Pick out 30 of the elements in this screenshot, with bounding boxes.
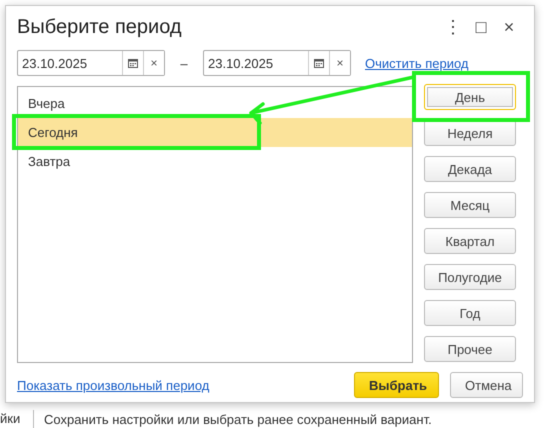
select-button[interactable]: Выбрать <box>354 372 439 398</box>
clear-button[interactable]: × <box>143 51 164 75</box>
period-button[interactable]: Год <box>424 300 516 326</box>
period-button[interactable]: День <box>424 84 516 110</box>
calendar-icon <box>128 58 138 68</box>
date-field[interactable]: 23.10.2025 × <box>17 50 165 76</box>
period-button[interactable]: Месяц <box>424 192 516 218</box>
date-field[interactable]: 23.10.2025 <box>18 51 122 75</box>
period-button[interactable]: Неделя <box>424 120 516 146</box>
clear-button[interactable]: × <box>329 51 350 75</box>
more-button[interactable]: ⋮ <box>439 16 467 38</box>
clear-period-link[interactable]: Очистить период <box>365 56 468 70</box>
list-item[interactable]: Вчера <box>18 89 412 118</box>
hint-text: Сохранить настройки или выбрать ранее сохраненный вариант. <box>43 412 432 426</box>
date-field[interactable]: 23.10.2025 × <box>203 50 351 76</box>
period-button[interactable]: Прочее <box>424 336 516 362</box>
list-item[interactable]: Завтра <box>18 147 412 176</box>
window-title: Выберите период <box>17 16 183 38</box>
custom-period-link[interactable]: Показать произвольный период <box>17 378 210 392</box>
close-button[interactable]: × <box>495 16 523 38</box>
date-field[interactable]: 23.10.2025 <box>204 51 308 75</box>
list-item[interactable]: Сегодня <box>18 118 412 147</box>
period-button[interactable]: Декада <box>424 156 516 182</box>
cancel-button[interactable]: Отмена <box>450 372 523 398</box>
calendar-icon <box>314 58 324 68</box>
period-button[interactable]: Квартал <box>424 228 516 254</box>
period-button[interactable]: Полугодие <box>424 264 516 290</box>
side-label: йки <box>0 410 34 428</box>
range-dash: – <box>179 56 189 70</box>
maximize-button[interactable]: □ <box>467 16 495 38</box>
